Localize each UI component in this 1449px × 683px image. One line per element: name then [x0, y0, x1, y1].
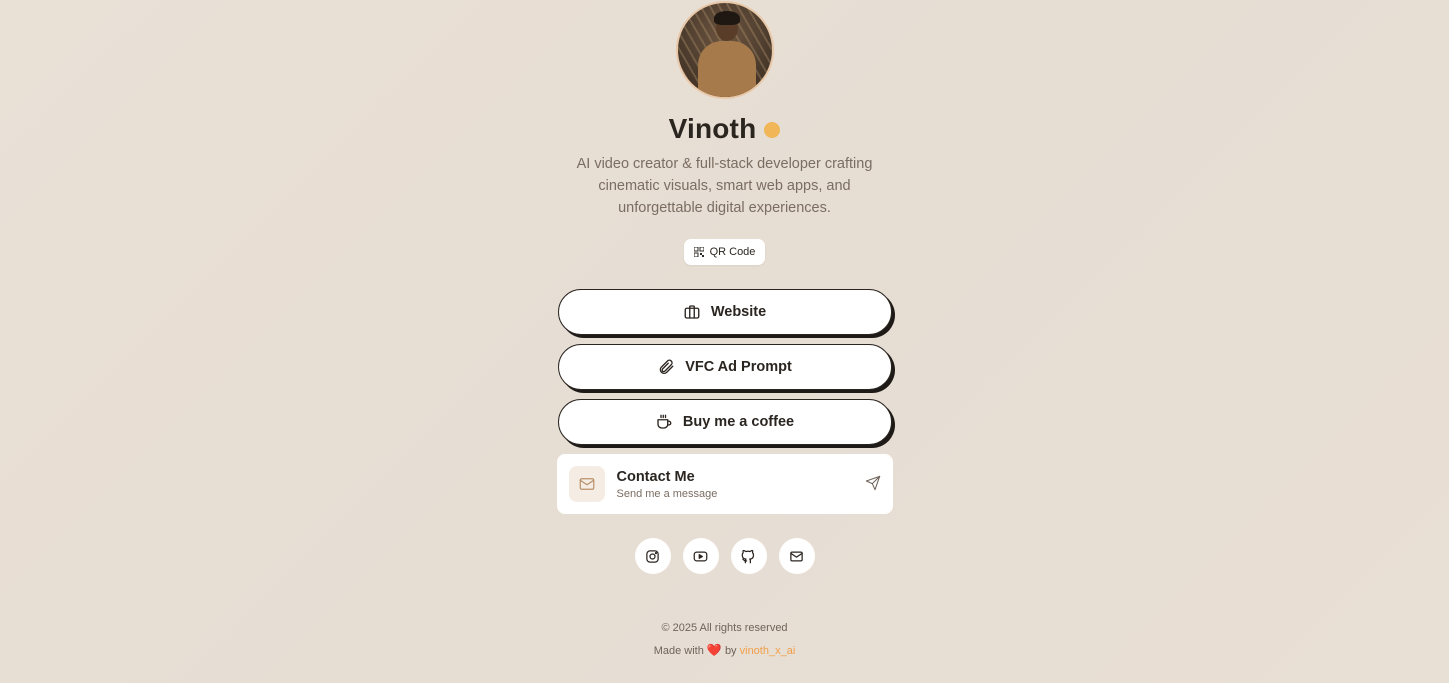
briefcase-icon [684, 305, 700, 319]
buy-me-a-coffee-button[interactable]: Buy me a coffee [557, 399, 892, 445]
website-label: Website [710, 304, 767, 320]
contact-card[interactable]: Contact Me Send me a message [556, 454, 893, 514]
profile-page: Vinoth AI video creator & full-stack dev… [0, 0, 1449, 657]
paperclip-icon [659, 359, 674, 374]
profile-bio: AI video creator & full-stack developer … [576, 156, 873, 216]
link-list: Website VFC Ad Prompt Buy me a coffee [557, 289, 892, 445]
contact-text: Contact Me Send me a message [617, 469, 718, 500]
github-button[interactable] [730, 538, 767, 574]
profile-name: Vinoth [668, 113, 757, 144]
vfc-ad-prompt-label: VFC Ad Prompt [685, 359, 792, 375]
qr-code-label: QR Code [709, 246, 756, 258]
mail-icon [579, 478, 594, 490]
contact-title: Contact Me [616, 468, 695, 485]
qr-code-icon [693, 247, 704, 257]
copyright-text: © 2025 All rights reserved [661, 622, 788, 634]
footer: © 2025 All rights reserved Made with ❤️ … [654, 622, 796, 657]
heart-icon: ❤️ [706, 643, 722, 657]
made-with-by: by [724, 645, 737, 657]
mail-icon [790, 551, 803, 561]
social-links [634, 538, 815, 574]
author-link[interactable]: vinoth_x_ai [740, 645, 796, 657]
website-button[interactable]: Website [557, 289, 892, 335]
vfc-ad-prompt-button[interactable]: VFC Ad Prompt [557, 344, 892, 390]
coffee-cup-icon [657, 414, 672, 429]
buy-me-a-coffee-label: Buy me a coffee [682, 414, 795, 430]
github-icon [741, 549, 755, 563]
made-with-prefix: Made with [653, 645, 704, 657]
avatar [675, 1, 774, 99]
contact-icon-box [568, 466, 605, 502]
send-icon[interactable] [865, 475, 881, 491]
email-button[interactable] [778, 538, 815, 574]
instagram-icon [646, 549, 659, 563]
instagram-button[interactable] [634, 538, 671, 574]
contact-subtitle: Send me a message [616, 487, 718, 500]
qr-code-button[interactable]: QR Code [683, 239, 766, 265]
made-with-line: Made with ❤️ by vinoth_x_ai [654, 643, 796, 657]
youtube-icon [693, 551, 708, 561]
youtube-button[interactable] [682, 538, 719, 574]
status-dot-icon [764, 122, 781, 138]
name-row: Vinoth [669, 113, 781, 145]
